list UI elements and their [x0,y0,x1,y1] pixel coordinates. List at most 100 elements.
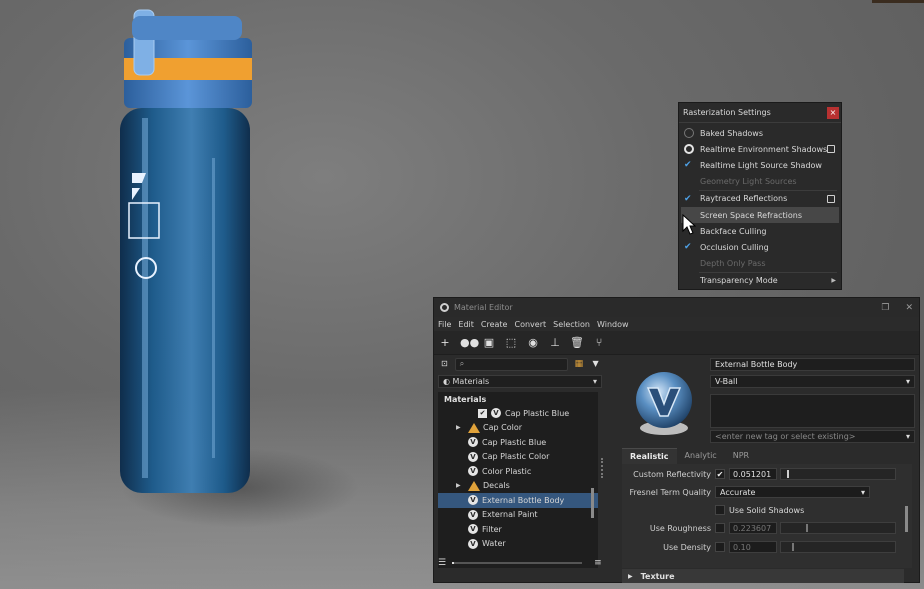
expand-arrow-icon[interactable]: ▶ [456,424,461,431]
pane-splitter[interactable] [601,458,603,478]
menu-create[interactable]: Create [481,320,508,329]
clean-icon[interactable]: ⊥ [548,336,562,350]
menu-item-raytraced-reflections[interactable]: ✔ Raytraced Reflections [679,191,841,207]
tree-item[interactable]: V Water [438,537,598,552]
expand-arrow-icon[interactable]: ▶ [456,482,461,489]
materials-icon[interactable]: ●● [460,336,479,350]
menu-convert[interactable]: Convert [514,320,546,329]
tree-item-selected[interactable]: V External Bottle Body [438,493,598,508]
menu-selection[interactable]: Selection [553,320,590,329]
slider-knob[interactable] [786,470,789,478]
tab-npr[interactable]: NPR [725,448,757,464]
rasterization-settings-panel: Rasterization Settings × Baked Shadows R… [678,102,842,290]
menu-item-realtime-light-source-shadow[interactable]: ✔ Realtime Light Source Shadow [679,157,841,173]
tree-item[interactable]: ▶ Decals [438,479,598,494]
properties-panel: Custom Reflectivity ✔ 0.051201 Fresnel T… [622,464,912,568]
properties-scrollbar[interactable] [905,506,908,532]
tree-item[interactable]: V Color Plastic [438,464,598,479]
tab-analytic[interactable]: Analytic [677,448,725,464]
tree-item[interactable]: V Cap Plastic Color [438,450,598,465]
texture-section-header[interactable]: ▶ Texture [622,569,904,583]
tree-item[interactable]: V External Paint [438,508,598,523]
tree-scrollbar[interactable] [591,488,594,518]
toolbar: + ●● ▣ ⬚ ◉ ⊥ 🗑 ⑂ [434,331,919,355]
material-notes-area[interactable] [710,394,915,428]
shader-dropdown[interactable]: V-Ball ▾ [710,375,915,388]
solid-shadows-checkbox[interactable] [715,505,725,515]
list-view-icon[interactable]: ☰ [438,558,446,568]
menu-item-screen-space-refractions[interactable]: Screen Space Refractions [681,206,839,224]
tree-item[interactable]: V Cap Plastic Blue [438,435,598,450]
tree-item[interactable]: ✔ V Cap Plastic Blue [438,406,598,421]
roughness-checkbox[interactable] [715,523,725,533]
custom-reflectivity-checkbox[interactable]: ✔ [715,469,725,479]
chevron-down-icon: ▾ [905,432,910,441]
menu-item-label: Baked Shadows [700,128,764,138]
raster-title: Rasterization Settings [683,108,771,117]
fresnel-row: Fresnel Term Quality Accurate ▾ [622,485,870,499]
density-input[interactable]: 0.10 [729,541,777,553]
menu-item-transparency-mode[interactable]: Transparency Mode ▶ [679,273,841,289]
menu-file[interactable]: File [438,320,451,329]
sort-icon[interactable]: ≡ [594,558,602,568]
menu-edit[interactable]: Edit [458,320,474,329]
tab-realistic[interactable]: Realistic [622,448,677,464]
assign-icon[interactable]: ◉ [526,336,540,350]
select-icon[interactable]: ⬚ [504,336,518,350]
roughness-row: Use Roughness 0.223607 [622,521,896,535]
custom-reflectivity-slider[interactable] [780,468,896,480]
slider-knob[interactable] [806,524,809,532]
menu-window[interactable]: Window [597,320,629,329]
size-slider[interactable] [452,562,583,564]
materials-filter-dropdown[interactable]: ◐ Materials ▾ [438,375,602,388]
density-row: Use Density 0.10 [622,540,896,554]
radio-selected-icon [684,144,694,155]
tag-input[interactable]: <enter new tag or select existing> ▾ [710,430,915,443]
group-icon [468,480,480,491]
menu-item-label: Backface Culling [700,226,767,236]
tree-item-label: Cap Plastic Blue [482,437,547,447]
menu-item-label: Realtime Environment Shadows [700,144,828,154]
chevron-down-icon: ▾ [905,377,910,386]
material-icon: V [468,437,478,448]
share-icon[interactable]: ⑂ [592,336,606,350]
delete-icon[interactable]: 🗑 [570,336,584,350]
chevron-down-icon: ▾ [592,377,597,386]
material-icon: V [468,466,478,477]
browser-footer: ☰ ≡ [438,556,618,570]
close-icon[interactable]: × [827,106,839,119]
density-slider[interactable] [780,541,896,553]
close-icon[interactable]: ✕ [905,303,913,313]
menu-item-depth-only-pass: Depth Only Pass [679,256,841,272]
roughness-input[interactable]: 0.223607 [729,522,777,534]
tree-item[interactable]: V Filter [438,522,598,537]
graph-icon[interactable]: ▣ [482,336,496,350]
menu-item-backface-culling[interactable]: Backface Culling [679,223,841,239]
roughness-slider[interactable] [780,522,896,534]
editor-title: Material Editor [454,303,513,312]
options-icon[interactable] [827,145,835,154]
menu-item-realtime-environment-shadows[interactable]: Realtime Environment Shadows [679,141,841,157]
tag-placeholder: <enter new tag or select existing> [715,432,856,441]
filter-icon[interactable]: ▼ [589,357,602,371]
density-checkbox[interactable] [715,542,725,552]
menu-item-occlusion-culling[interactable]: ✔ Occlusion Culling [679,239,841,255]
mouse-cursor-icon [682,214,696,235]
slider-knob[interactable] [792,543,795,551]
materials-icon: ◐ [443,377,453,386]
tree-item[interactable]: ▶ Cap Color [438,421,598,436]
tree-item-label: Decals [483,481,510,491]
custom-reflectivity-input[interactable]: 0.051201 [729,468,777,480]
folder-icon[interactable]: ▦ [572,357,585,371]
menu-item-baked-shadows[interactable]: Baked Shadows [679,125,841,141]
locate-icon[interactable]: ⊡ [438,357,451,371]
add-icon[interactable]: + [438,336,452,350]
fresnel-dropdown[interactable]: Accurate ▾ [715,486,870,498]
material-name-field[interactable]: External Bottle Body [710,358,915,371]
options-icon[interactable] [827,194,835,203]
checkmark-icon: ✔ [684,193,692,204]
restore-icon[interactable]: ❐ [881,303,889,313]
expand-arrow-icon: ▶ [628,572,633,580]
search-input[interactable]: ⌕ [454,357,569,371]
checkbox-icon[interactable]: ✔ [478,408,487,418]
